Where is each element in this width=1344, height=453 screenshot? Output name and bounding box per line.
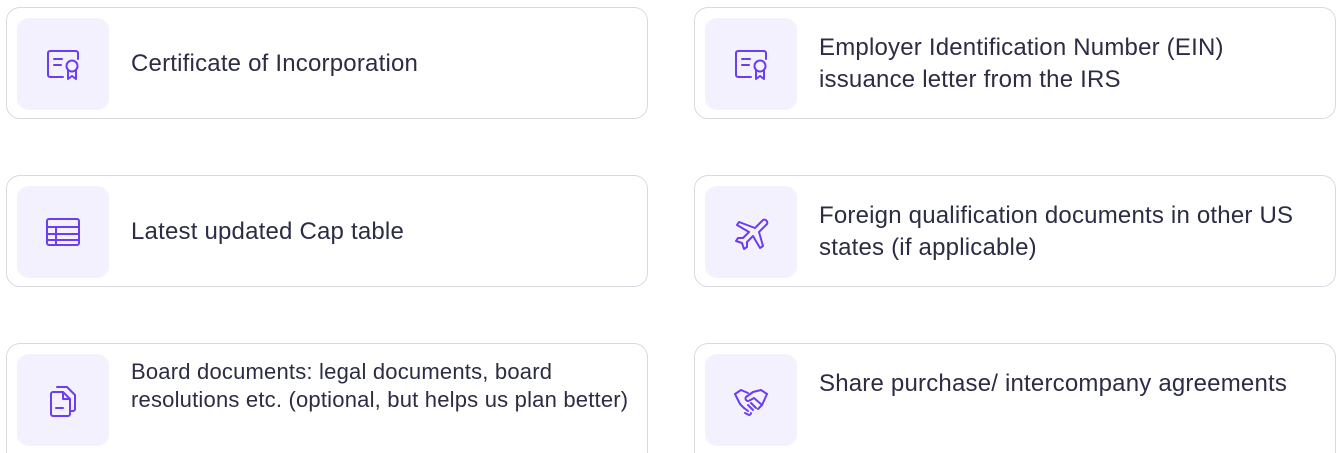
document-item-cap-table: Latest updated Cap table: [6, 175, 648, 287]
document-label: Certificate of Incorporation: [131, 50, 419, 77]
table-icon: [17, 186, 109, 278]
document-item-board-documents: Board documents: legal documents, board …: [6, 343, 648, 453]
document-item-certificate-of-incorporation: Certificate of Incorporation: [6, 7, 648, 119]
document-item-foreign-qualification: Foreign qualification documents in other…: [694, 175, 1336, 287]
document-label: Employer Identification Number (EIN) iss…: [819, 34, 1224, 93]
certificate-icon: [705, 18, 797, 110]
documents-icon: [17, 354, 109, 446]
airplane-icon: [705, 186, 797, 278]
document-label: Latest updated Cap table: [131, 218, 405, 245]
document-item-share-purchase: Share purchase/ intercompany agreements: [694, 343, 1336, 453]
document-item-ein-letter: Employer Identification Number (EIN) iss…: [694, 7, 1336, 119]
document-label: Share purchase/ intercompany agreements: [819, 370, 1288, 397]
handshake-icon: [705, 354, 797, 446]
document-label: Foreign qualification documents in other…: [819, 202, 1294, 261]
certificate-icon: [17, 18, 109, 110]
document-label: Board documents: legal documents, board …: [131, 359, 629, 412]
